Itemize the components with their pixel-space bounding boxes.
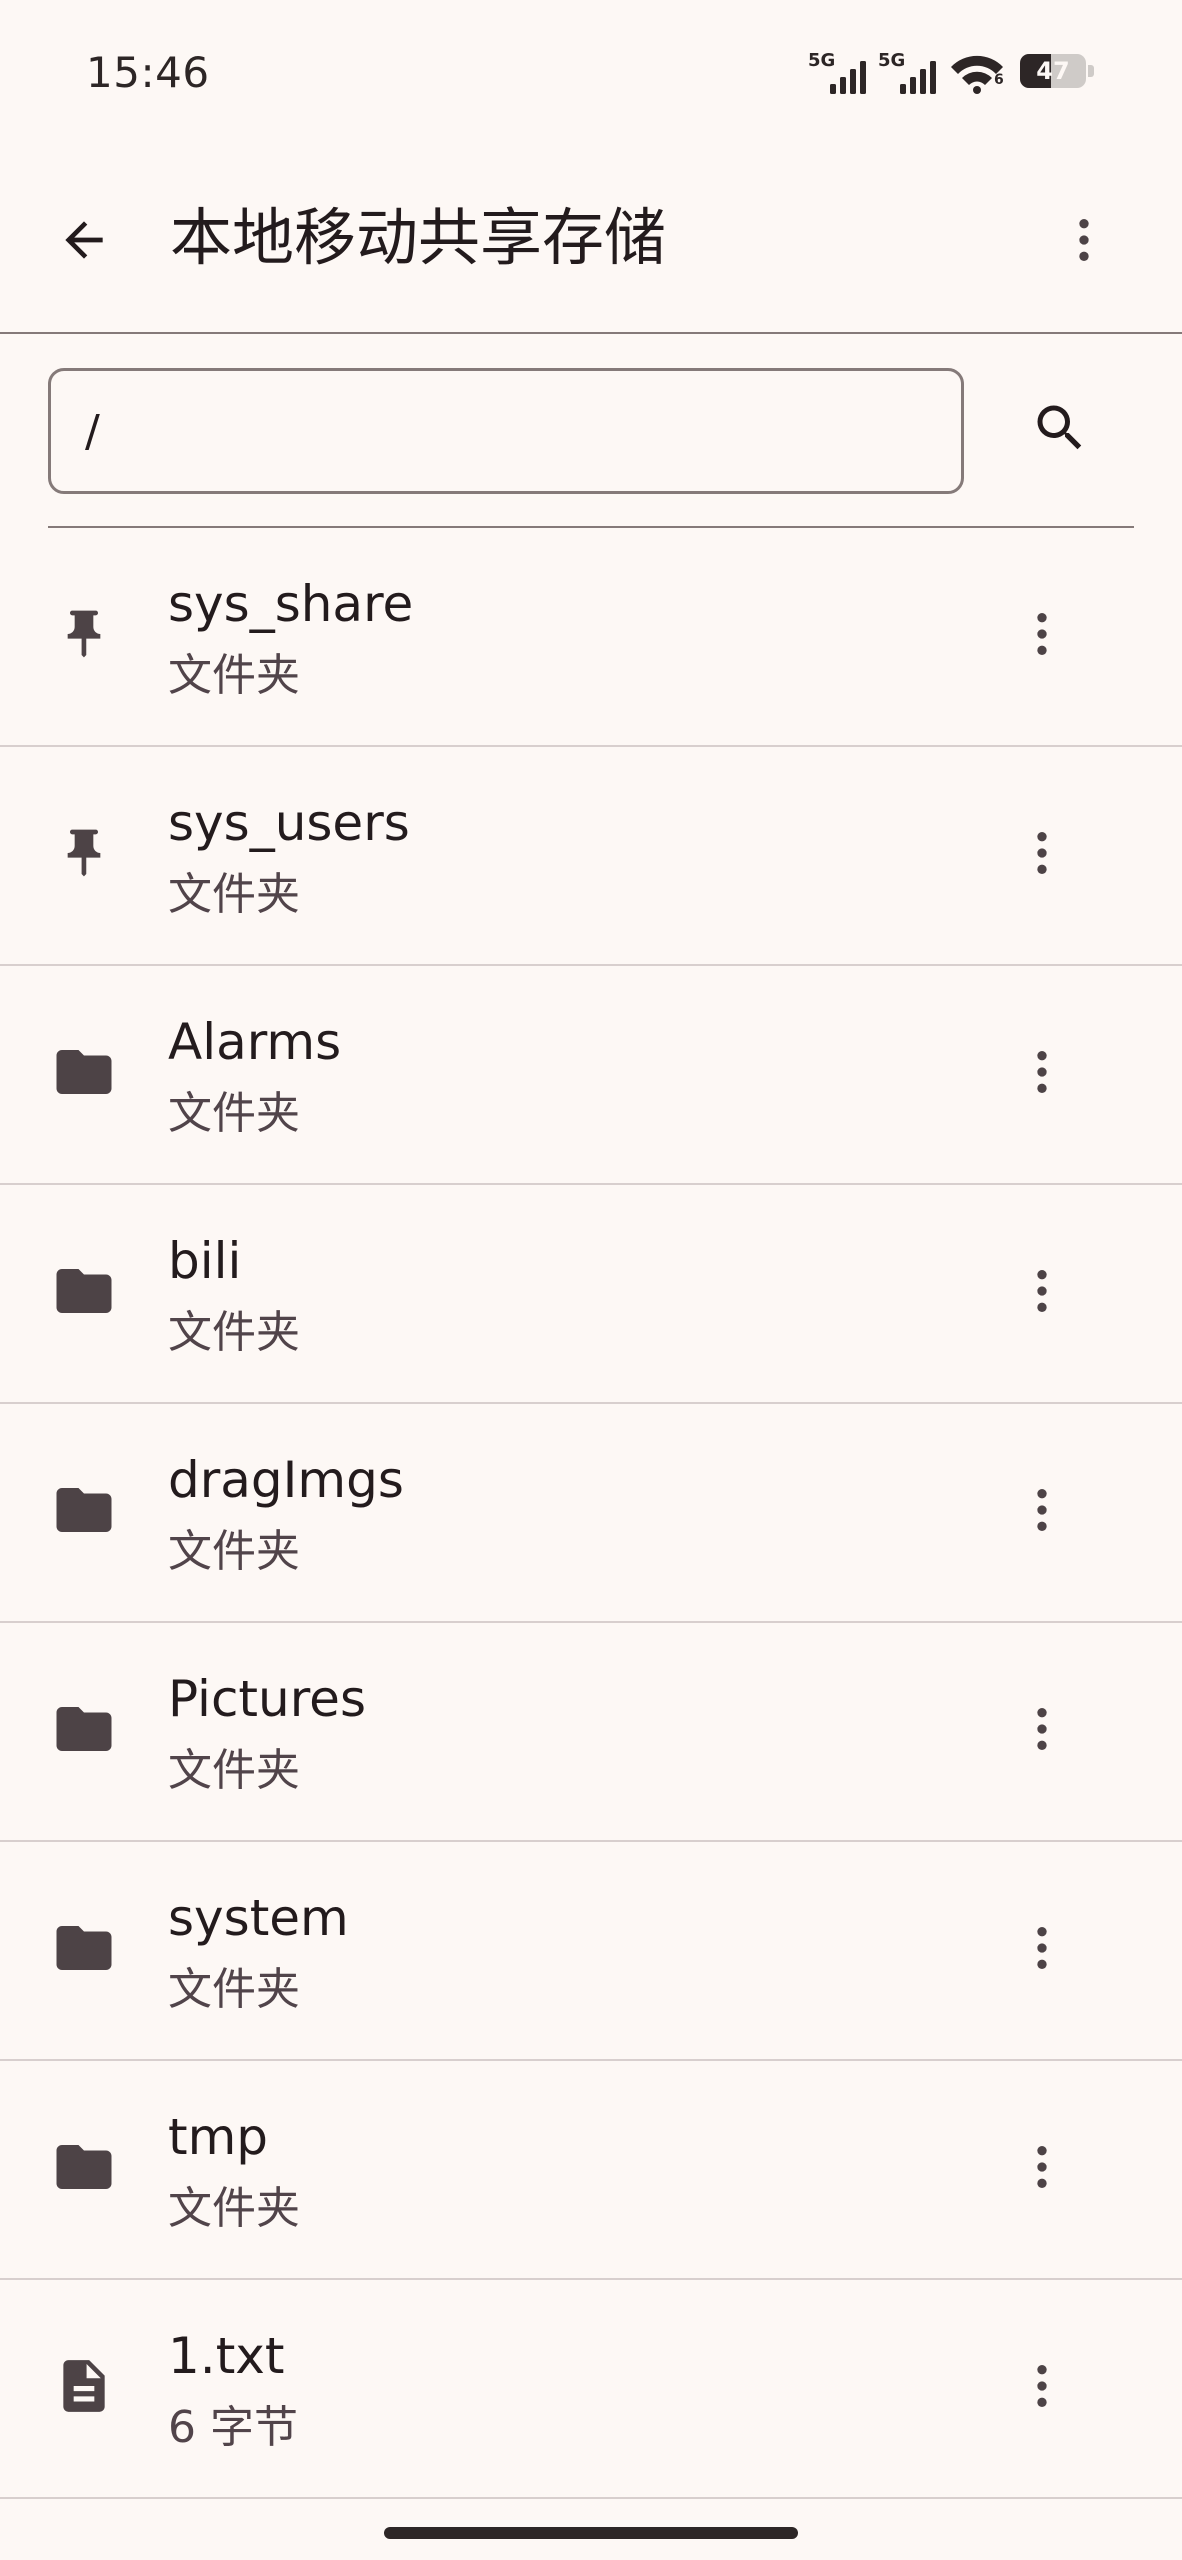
- more-vert-icon: [1037, 1051, 1047, 1093]
- back-button[interactable]: [42, 198, 126, 282]
- search-button[interactable]: [1018, 386, 1102, 470]
- item-detail: 文件夹: [168, 650, 300, 701]
- pin-icon: [67, 829, 101, 877]
- overflow-menu-button[interactable]: [1042, 198, 1126, 282]
- list-item[interactable]: tmp 文件夹: [0, 2061, 1182, 2280]
- item-more-button[interactable]: [1000, 592, 1084, 676]
- item-name: tmp: [168, 2108, 269, 2166]
- item-detail: 文件夹: [168, 1526, 300, 1577]
- item-detail: 文件夹: [168, 1307, 300, 1358]
- folder-icon: [56, 1707, 112, 1751]
- page-title: 本地移动共享存储: [170, 201, 667, 274]
- folder-icon: [56, 1050, 112, 1094]
- path-search-row: [0, 332, 1182, 528]
- status-icons: 5G 5G 6 47: [808, 48, 1094, 94]
- app-bar: 本地移动共享存储: [0, 140, 1182, 334]
- more-vert-icon: [1037, 832, 1047, 874]
- battery-icon: 47: [1020, 54, 1094, 88]
- item-name: Pictures: [168, 1670, 366, 1728]
- item-name: bili: [168, 1232, 242, 1290]
- list-item[interactable]: Alarms 文件夹: [0, 966, 1182, 1185]
- list-item[interactable]: bili 文件夹: [0, 1185, 1182, 1404]
- list-item[interactable]: sys_share 文件夹: [0, 528, 1182, 747]
- item-more-button[interactable]: [1000, 1687, 1084, 1771]
- cellular-signal-icon-2: 5G: [878, 48, 940, 94]
- folder-icon: [56, 2145, 112, 2189]
- more-vert-icon: [1037, 2365, 1047, 2407]
- more-vert-icon: [1079, 219, 1089, 261]
- item-more-button[interactable]: [1000, 2344, 1084, 2428]
- wifi-icon: 6: [948, 48, 1006, 94]
- folder-icon: [56, 1488, 112, 1532]
- item-detail: 文件夹: [168, 2183, 300, 2234]
- item-name: dragImgs: [168, 1451, 404, 1509]
- battery-level: 47: [1036, 57, 1070, 85]
- item-name: system: [168, 1889, 349, 1947]
- more-vert-icon: [1037, 1708, 1047, 1750]
- item-more-button[interactable]: [1000, 1249, 1084, 1333]
- list-item[interactable]: 1.txt 6 字节: [0, 2280, 1182, 2499]
- item-detail: 6 字节: [168, 2402, 298, 2453]
- status-time: 15:46: [86, 48, 210, 97]
- search-icon: [1037, 405, 1082, 450]
- item-detail: 文件夹: [168, 1088, 300, 1139]
- more-vert-icon: [1037, 1489, 1047, 1531]
- gesture-navigation-bar[interactable]: [384, 2527, 798, 2539]
- cellular-signal-icon-1: 5G: [808, 48, 870, 94]
- item-more-button[interactable]: [1000, 1906, 1084, 1990]
- path-input[interactable]: [48, 368, 964, 494]
- status-bar: 15:46 5G 5G 6 47: [0, 0, 1182, 140]
- item-name: sys_users: [168, 794, 410, 852]
- pin-icon: [67, 610, 101, 658]
- item-name: 1.txt: [168, 2327, 285, 2385]
- item-name: sys_share: [168, 575, 414, 633]
- more-vert-icon: [1037, 613, 1047, 655]
- folder-icon: [56, 1926, 112, 1970]
- wifi-label: 6: [994, 72, 1004, 88]
- file-list: sys_share 文件夹 sys_users 文件夹 Alarms 文件夹 b…: [0, 528, 1182, 2499]
- item-detail: 文件夹: [168, 1745, 300, 1796]
- list-item[interactable]: sys_users 文件夹: [0, 747, 1182, 966]
- item-more-button[interactable]: [1000, 811, 1084, 895]
- item-name: Alarms: [168, 1013, 342, 1071]
- list-item[interactable]: Pictures 文件夹: [0, 1623, 1182, 1842]
- list-item[interactable]: system 文件夹: [0, 1842, 1182, 2061]
- item-more-button[interactable]: [1000, 1468, 1084, 1552]
- more-vert-icon: [1037, 1927, 1047, 1969]
- item-detail: 文件夹: [168, 1964, 300, 2015]
- list-item[interactable]: dragImgs 文件夹: [0, 1404, 1182, 1623]
- more-vert-icon: [1037, 2146, 1047, 2188]
- item-more-button[interactable]: [1000, 1030, 1084, 1114]
- item-detail: 文件夹: [168, 869, 300, 920]
- text-file-icon: [63, 2360, 105, 2412]
- arrow-back-icon: [65, 221, 103, 259]
- item-more-button[interactable]: [1000, 2125, 1084, 2209]
- more-vert-icon: [1037, 1270, 1047, 1312]
- folder-icon: [56, 1269, 112, 1313]
